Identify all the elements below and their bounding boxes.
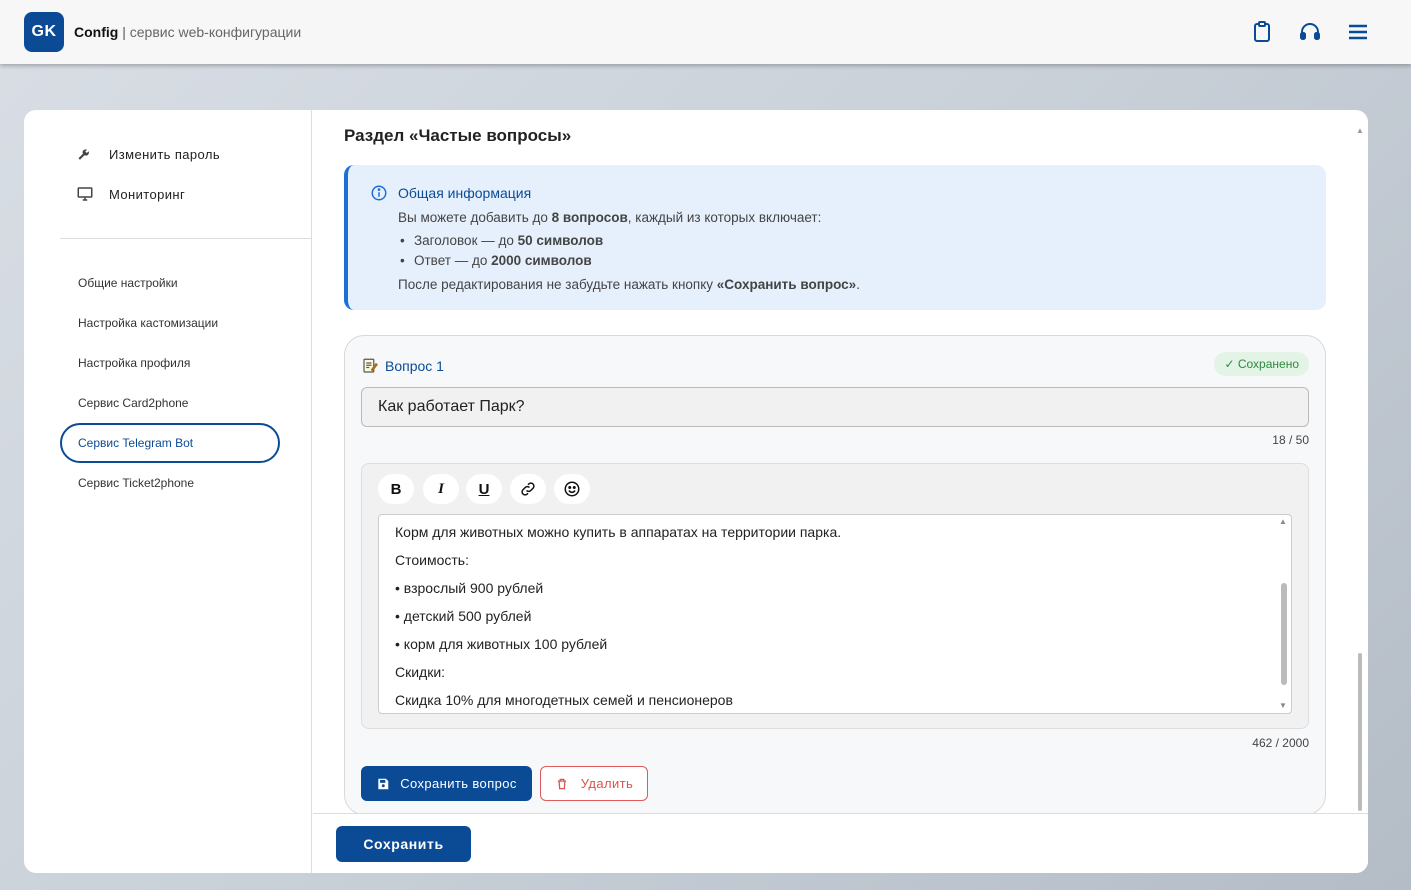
info-text-part: , каждый из которых включает: — [627, 210, 822, 225]
sidebar-item-customization[interactable]: Настройка кастомизации — [60, 303, 280, 343]
brand-subtitle: сервис web-конфигурации — [129, 24, 302, 40]
delete-question-label: Удалить — [580, 776, 634, 791]
info-text-part: Заголовок — до — [414, 233, 518, 248]
info-bullet-1: Заголовок — до 50 символов — [400, 233, 604, 248]
emoji-icon — [564, 481, 580, 497]
info-text-part: Ответ — до — [414, 253, 492, 268]
italic-button[interactable]: I — [423, 474, 459, 504]
info-title: Общая информация — [371, 185, 532, 201]
clipboard-icon[interactable] — [1250, 20, 1274, 44]
info-title-text: Общая информация — [398, 185, 532, 201]
sidebar-item-monitoring[interactable]: Мониторинг — [76, 184, 185, 204]
info-text-bold: 50 символов — [517, 233, 604, 248]
italic-icon: I — [438, 480, 444, 497]
headset-icon[interactable] — [1298, 20, 1322, 44]
content-area[interactable]: Раздел «Частые вопросы» Общая информация… — [313, 110, 1368, 813]
info-line-1: Вы можете добавить до 8 вопросов, каждый… — [398, 210, 821, 225]
info-text-bold: «Сохранить вопрос» — [716, 277, 857, 292]
editor-scrollbar[interactable]: ▲ ▼ — [1278, 515, 1290, 713]
sidebar-item-ticket2phone[interactable]: Сервис Ticket2phone — [60, 463, 280, 503]
delete-question-button[interactable]: Удалить — [540, 766, 648, 801]
answer-line: • корм для животных 100 рублей — [395, 636, 608, 652]
info-icon — [370, 184, 388, 202]
answer-line: • детский 500 рублей — [395, 608, 532, 624]
trash-icon — [555, 777, 569, 791]
bold-icon: B — [390, 480, 402, 498]
sidebar-item-change-password[interactable]: Изменить пароль — [76, 144, 220, 164]
link-button[interactable] — [510, 474, 546, 504]
brand: Config | сервис web-конфигурации — [74, 24, 301, 40]
info-line-2: После редактирования не забудьте нажать … — [398, 277, 860, 292]
content-scrollbar[interactable]: ▲ — [1355, 126, 1365, 816]
footer-bar: Сохранить — [313, 813, 1368, 873]
info-text-part: . — [856, 277, 860, 292]
logo[interactable]: GK — [24, 12, 64, 52]
answer-line: • взрослый 900 рублей — [395, 580, 544, 596]
brand-separator: | — [122, 24, 126, 40]
underline-icon: U — [478, 480, 490, 498]
page-title: Раздел «Частые вопросы» — [344, 126, 572, 145]
scroll-up-icon[interactable]: ▲ — [1279, 517, 1287, 526]
info-bullet-2: Ответ — до 2000 символов — [400, 253, 592, 268]
emoji-button[interactable] — [554, 474, 590, 504]
memo-icon — [361, 357, 379, 375]
floppy-icon — [376, 777, 390, 791]
sidebar-item-label: Мониторинг — [109, 186, 186, 202]
info-text-bold: 8 вопросов — [551, 210, 628, 225]
save-button[interactable]: Сохранить — [336, 826, 471, 862]
question-title: Вопрос 1 — [361, 357, 444, 375]
main-card: Изменить пароль Мониторинг Общие настрой… — [24, 110, 1368, 873]
info-text-part: После редактирования не забудьте нажать … — [398, 277, 717, 292]
save-question-button[interactable]: Сохранить вопрос — [361, 766, 532, 801]
answer-textarea[interactable]: Корм для животных можно купить в аппарат… — [378, 514, 1292, 714]
answer-line: Корм для животных можно купить в аппарат… — [395, 524, 842, 540]
title-char-counter: 18 / 50 — [1272, 433, 1309, 447]
link-icon — [521, 482, 535, 496]
question-title-text: Вопрос 1 — [385, 358, 444, 374]
wrench-icon — [76, 145, 94, 163]
question-title-input[interactable] — [361, 387, 1309, 427]
sidebar-item-general-settings[interactable]: Общие настройки — [60, 263, 280, 303]
sidebar-item-telegram-bot[interactable]: Сервис Telegram Bot — [60, 423, 280, 463]
answer-line: Стоимость: — [395, 552, 469, 568]
info-text-part: Вы можете добавить до — [398, 210, 552, 225]
sidebar-item-label: Изменить пароль — [109, 146, 221, 162]
question-card: Вопрос 1 ✓ Сохранено 18 / 50 B I U — [344, 335, 1326, 813]
answer-line: Скидки: — [395, 664, 446, 680]
sidebar-divider — [60, 238, 312, 239]
scroll-down-icon[interactable]: ▼ — [1279, 701, 1287, 710]
content-scroll-thumb[interactable] — [1358, 653, 1362, 811]
top-bar: GK Config | сервис web-конфигурации — [0, 0, 1411, 64]
brand-name: Config — [74, 24, 119, 40]
editor-scroll-thumb[interactable] — [1281, 583, 1287, 685]
bold-button[interactable]: B — [378, 474, 414, 504]
info-box: Общая информация Вы можете добавить до 8… — [344, 165, 1326, 310]
answer-line: Скидка 10% для многодетных семей и пенси… — [395, 692, 733, 708]
answer-editor: B I U Корм для животных можно купить в а… — [361, 463, 1309, 729]
menu-icon[interactable] — [1346, 20, 1370, 44]
sidebar-item-card2phone[interactable]: Сервис Card2phone — [60, 383, 280, 423]
sidebar-item-profile[interactable]: Настройка профиля — [60, 343, 280, 383]
save-question-label: Сохранить вопрос — [400, 776, 517, 791]
sidebar: Изменить пароль Мониторинг Общие настрой… — [24, 110, 312, 873]
scroll-up-icon[interactable]: ▲ — [1356, 126, 1364, 135]
info-text-bold: 2000 символов — [491, 253, 592, 268]
monitor-icon — [76, 185, 94, 203]
answer-char-counter: 462 / 2000 — [1252, 736, 1309, 750]
status-badge: ✓ Сохранено — [1214, 352, 1309, 376]
underline-button[interactable]: U — [466, 474, 502, 504]
